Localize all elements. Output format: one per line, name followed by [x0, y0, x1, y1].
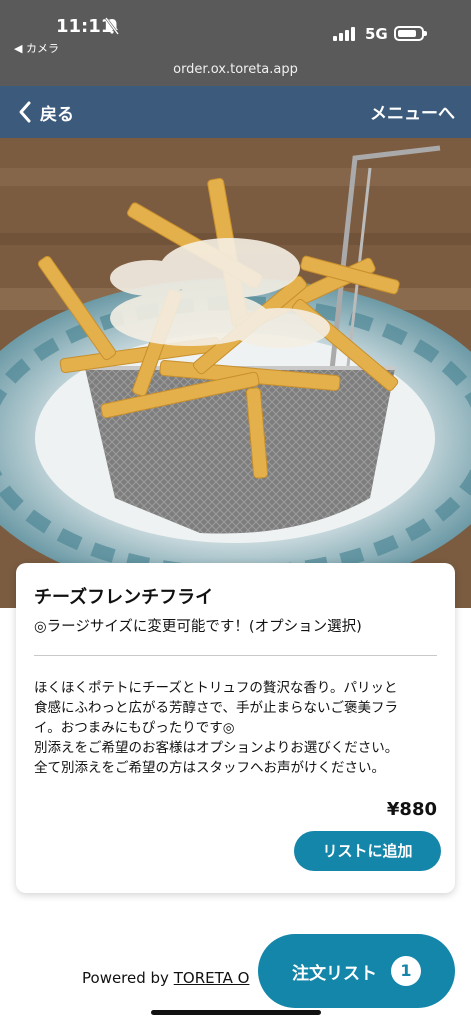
status-bar: 11:11 ◀ カメラ 5G order.ox.toreta.app [0, 0, 471, 86]
signal-icon [333, 27, 357, 41]
description-line: ほくほくポテトにチーズとトリュフの贅沢な香り。パリッと [34, 680, 398, 696]
powered-by: Powered by TORETA O [82, 969, 249, 987]
bell-off-icon [105, 17, 119, 35]
add-to-list-button[interactable]: リストに追加 [294, 831, 441, 871]
app-header: 戻る メニューへ [0, 86, 471, 138]
description-line: イ。おつまみにもぴったりです◎ [34, 720, 235, 736]
item-description: ほくほくポテトにチーズとトリュフの贅沢な香り。パリッと 食感にふわっと広がる芳醇… [34, 678, 437, 778]
url-bar[interactable]: order.ox.toreta.app [0, 62, 471, 77]
item-name: チーズフレンチフライ [34, 587, 214, 608]
description-line: 食感にふわっと広がる芳醇さで、手が止まらないご褒美フラ [34, 700, 398, 716]
order-list-button[interactable]: 注文リスト 1 [258, 934, 455, 1008]
home-indicator[interactable] [151, 1010, 321, 1015]
menu-link[interactable]: メニューへ [370, 99, 455, 124]
item-photo [0, 138, 471, 608]
description-line: 全て別添えをご希望の方はスタッフへお声がけください。 [34, 760, 385, 776]
back-button[interactable]: 戻る [16, 99, 74, 125]
order-count-badge: 1 [391, 956, 421, 986]
chevron-left-icon [19, 101, 31, 123]
fries-illustration [0, 138, 471, 608]
network-type: 5G [365, 25, 388, 43]
powered-by-prefix: Powered by [82, 969, 174, 987]
item-price: ¥880 [386, 799, 437, 820]
item-detail-card: チーズフレンチフライ ◎ラージサイズに変更可能です！(オプション選択) ほくほく… [16, 563, 455, 893]
item-subtitle: ◎ラージサイズに変更可能です！(オプション選択) [34, 619, 362, 635]
powered-by-link[interactable]: TORETA O [174, 969, 250, 987]
description-line: 別添えをご希望のお客様はオプションよりお選びください。 [34, 740, 399, 756]
order-list-label: 注文リスト [292, 963, 377, 984]
divider [34, 655, 437, 656]
battery-icon [394, 26, 427, 41]
back-to-camera-link[interactable]: ◀ カメラ [14, 40, 59, 56]
back-button-label: 戻る [40, 104, 74, 125]
